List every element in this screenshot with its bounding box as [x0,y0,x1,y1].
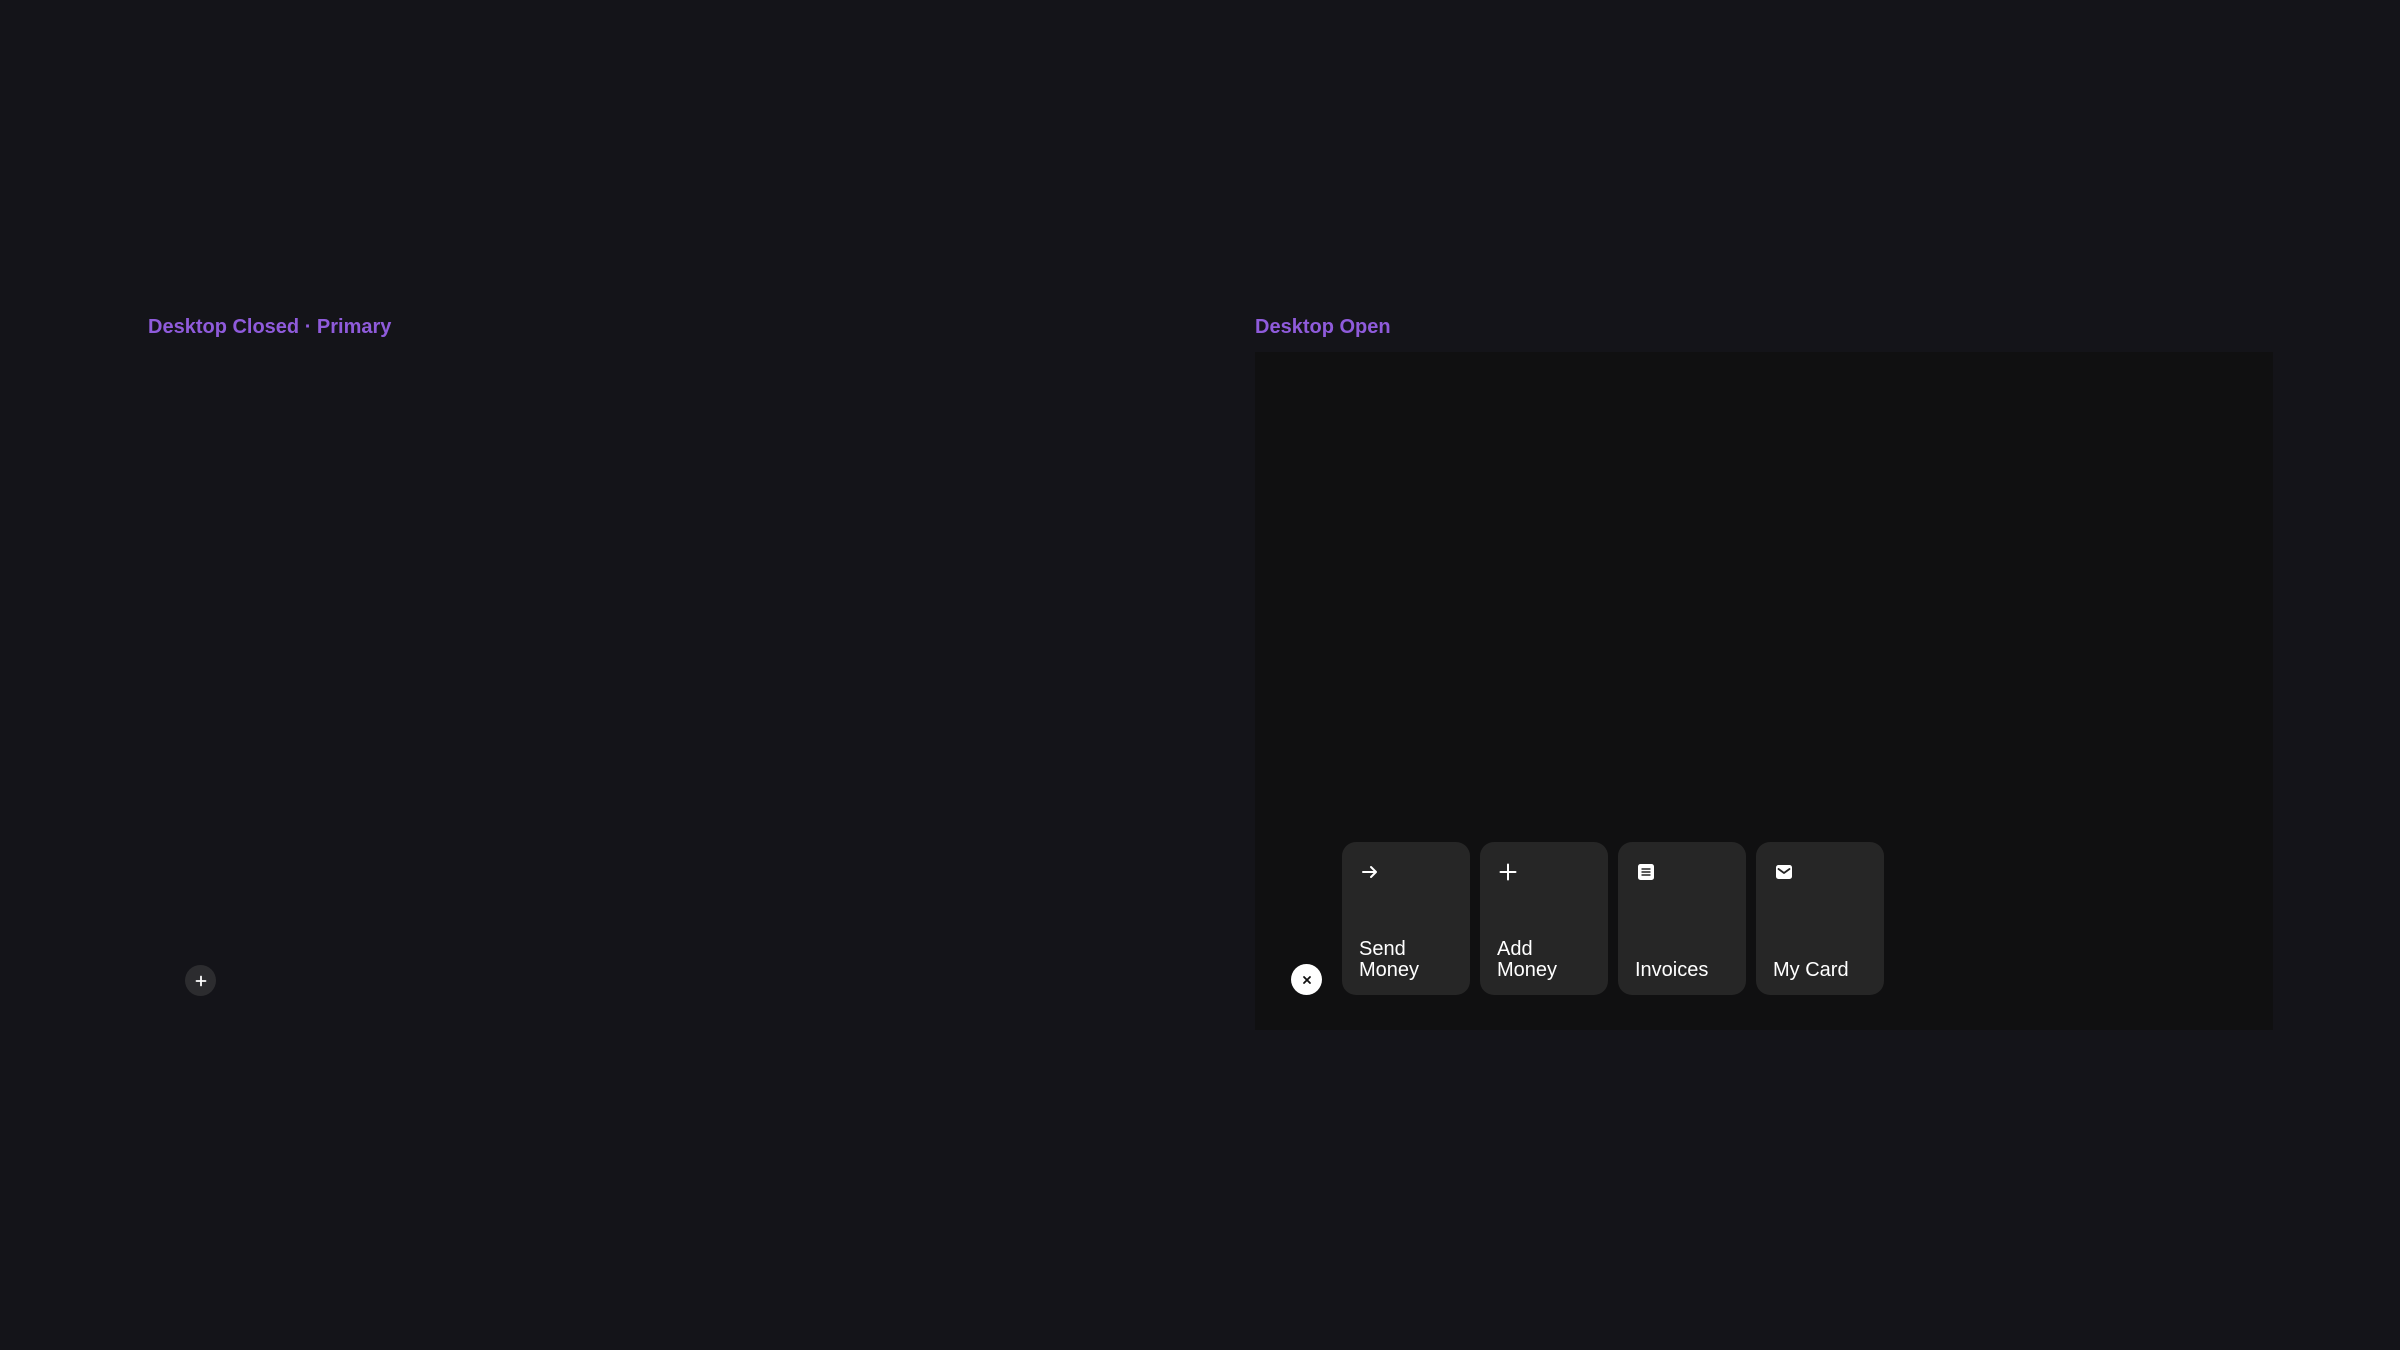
add-money-button[interactable]: Add Money [1480,842,1608,995]
send-money-label: Send Money [1359,938,1420,981]
plus-icon [1496,860,1520,884]
invoices-label: Invoices [1635,959,1709,981]
my-card-button[interactable]: My Card [1756,842,1884,995]
invoices-button[interactable]: Invoices [1618,842,1746,995]
fab-close-button[interactable] [1291,964,1322,995]
send-money-button[interactable]: Send Money [1342,842,1470,995]
section-label-desktop-closed: Desktop Closed · Primary [148,316,392,338]
plus-icon [195,975,206,986]
section-label-desktop-open: Desktop Open [1255,316,1391,338]
invoice-icon [1634,860,1658,884]
close-icon [1302,975,1311,984]
add-money-label: Add Money [1497,938,1558,981]
fab-open-button[interactable] [185,965,216,996]
my-card-label: My Card [1773,959,1849,981]
card-icon [1772,860,1796,884]
quick-actions: Send Money Add Money Invoices My Card [1342,842,1884,995]
arrow-right-icon [1358,860,1382,884]
